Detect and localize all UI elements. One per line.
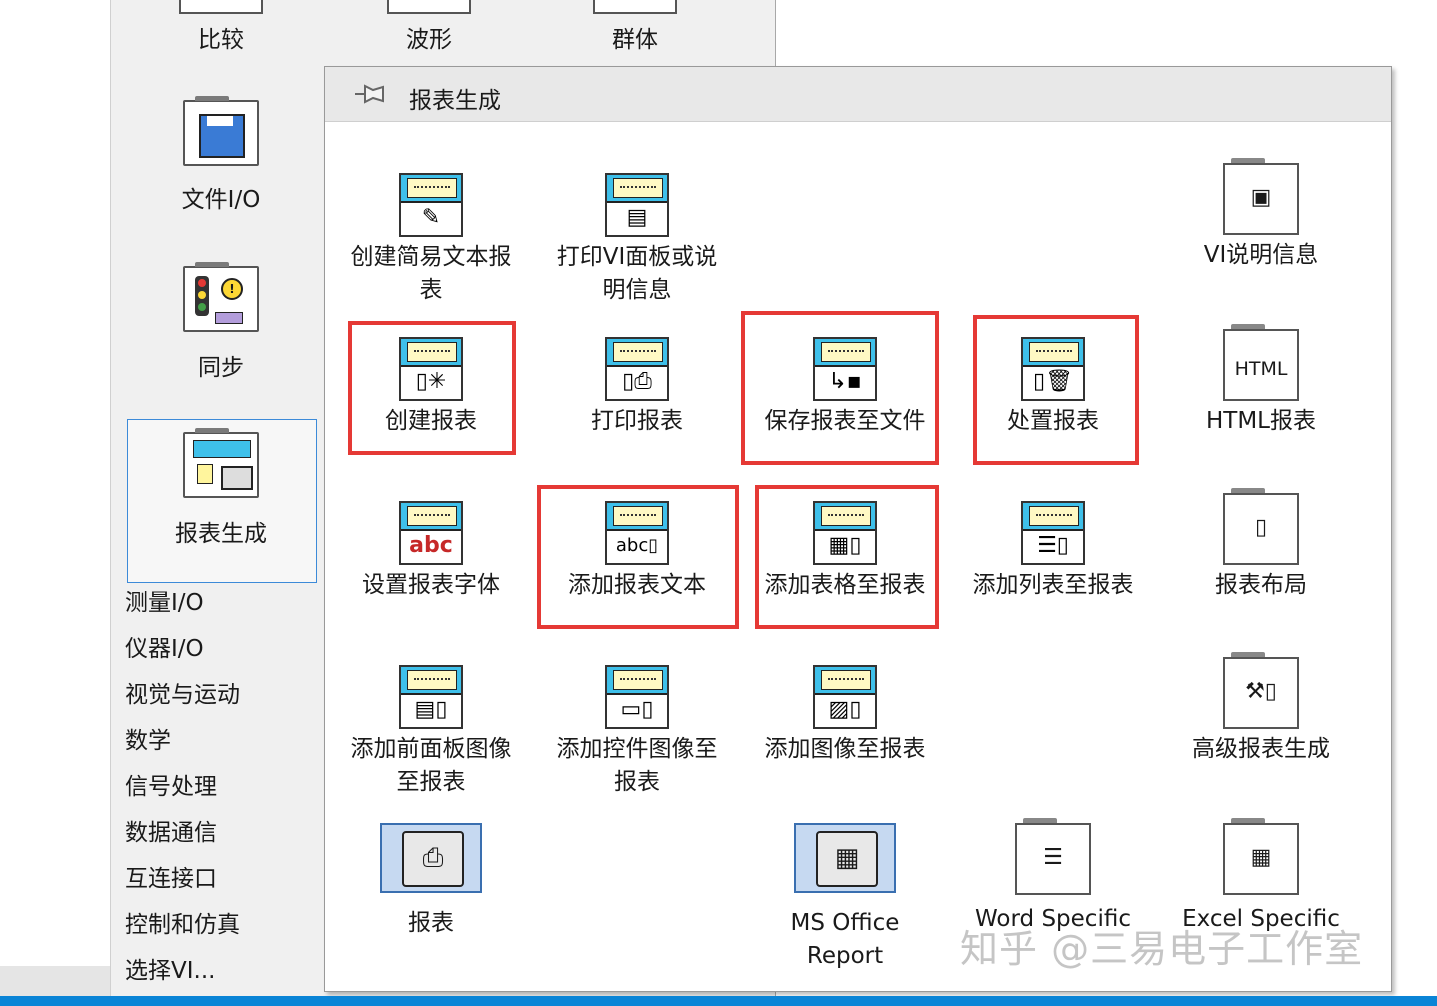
palette-header: 报表生成 (325, 67, 1391, 122)
cluster-icon (593, 0, 677, 14)
control-image-icon: ▭▯ (605, 665, 669, 729)
taskbar-fragment (0, 966, 110, 996)
printer-icon: ▯⎙ (605, 337, 669, 401)
vi-append-table-to-report[interactable]: ▦▯ 添加表格至报表 (745, 501, 945, 602)
hammer-page-icon: ⚒▯ (1223, 652, 1299, 729)
category-vision-motion[interactable]: 视觉与运动 (125, 680, 240, 726)
vi-append-image-to-report[interactable]: ▨▯ 添加图像至报表 (745, 665, 945, 766)
palette-item-file-io[interactable]: 文件I/O (121, 96, 321, 214)
front-panel-image-icon: ▤▯ (399, 665, 463, 729)
text-append-icon: abc▯ (605, 501, 669, 565)
express-vi-ms-office-report[interactable]: ▦ MS Office Report (745, 823, 945, 973)
category-signal-processing[interactable]: 信号处理 (125, 772, 240, 818)
report-printer-express-icon: ⎙ (380, 823, 482, 893)
vi-append-list-to-report[interactable]: ☰▯ 添加列表至报表 (953, 501, 1153, 602)
traffic-light-icon: ! (183, 262, 259, 332)
vi-advanced-report-folder[interactable]: ⚒▯ 高级报表生成 (1161, 652, 1361, 766)
palette-item-sync[interactable]: ! 同步 (121, 262, 321, 382)
vi-documentation-folder[interactable]: ▣ VI说明信息 (1161, 158, 1361, 272)
report-generation-palette: 报表生成 ✎ 创建简易文本报表 ▤ 打印VI面板或说明信息 ▣ VI说明信息 ▯… (324, 66, 1392, 992)
vi-save-report-to-file[interactable]: ↳▪ 保存报表至文件 (745, 337, 945, 438)
pin-icon[interactable] (353, 81, 389, 107)
vi-html-reports-folder[interactable]: HTML HTML报表 (1161, 324, 1361, 438)
vi-create-easy-text-report[interactable]: ✎ 创建简易文本报表 (331, 173, 531, 307)
html-icon: HTML (1223, 324, 1299, 401)
taskbar-edge (0, 996, 1437, 1006)
vi-print-report[interactable]: ▯⎙ 打印报表 (537, 337, 737, 438)
table-append-icon: ▦▯ (813, 501, 877, 565)
report-printer-icon (183, 428, 259, 498)
word-document-icon: ☰ (1015, 818, 1091, 895)
category-instrument-io[interactable]: 仪器I/O (125, 634, 240, 680)
vi-append-front-panel-image[interactable]: ▤▯ 添加前面板图像至报表 (331, 665, 531, 799)
palette-category-list: 测量I/O 仪器I/O 视觉与运动 数学 信号处理 数据通信 互连接口 控制和仿… (125, 588, 240, 1002)
layout-page-icon: ▯ (1223, 488, 1299, 565)
palette-title: 报表生成 (409, 88, 501, 114)
palette-item-compare[interactable]: 比较 (121, 0, 321, 54)
category-control-simulation[interactable]: 控制和仿真 (125, 910, 240, 956)
panel-print-icon: ▤ (605, 173, 669, 237)
vi-dispose-report[interactable]: ▯🗑 处置报表 (953, 337, 1153, 438)
floppy-disk-icon (183, 96, 259, 166)
vi-new-report[interactable]: ▯✳ 创建报表 (331, 337, 531, 438)
image-append-icon: ▨▯ (813, 665, 877, 729)
vi-print-vi-panel-or-documentation[interactable]: ▤ 打印VI面板或说明信息 (537, 173, 737, 307)
vi-append-control-image[interactable]: ▭▯ 添加控件图像至报表 (537, 665, 737, 799)
save-disk-icon: ↳▪ (813, 337, 877, 401)
new-report-icon: ▯✳ (399, 337, 463, 401)
font-abc-icon: abc (399, 501, 463, 565)
trash-can-icon: ▯🗑 (1021, 337, 1085, 401)
category-connectivity[interactable]: 互连接口 (125, 864, 240, 910)
express-vi-report[interactable]: ⎙ 报表 (331, 823, 531, 940)
excel-sheet-icon: ▦ (1223, 818, 1299, 895)
category-measurement-io[interactable]: 测量I/O (125, 588, 240, 634)
category-mathematics[interactable]: 数学 (125, 726, 240, 772)
watermark: 知乎 @三易电子工作室 (960, 927, 1364, 971)
vi-append-report-text[interactable]: abc▯ 添加报表文本 (537, 501, 737, 602)
vi-set-report-font[interactable]: abc 设置报表字体 (331, 501, 531, 602)
compare-icon (179, 0, 263, 14)
pencil-icon: ✎ (399, 173, 463, 237)
documentation-stack-icon: ▣ (1223, 158, 1299, 235)
office-report-icon: ▦ (794, 823, 896, 893)
palette-item-report-generation[interactable]: 报表生成 (121, 428, 321, 548)
category-data-communication[interactable]: 数据通信 (125, 818, 240, 864)
vi-report-layout-folder[interactable]: ▯ 报表布局 (1161, 488, 1361, 602)
palette-item-waveform[interactable]: 波形 (329, 0, 529, 54)
list-append-icon: ☰▯ (1021, 501, 1085, 565)
palette-item-cluster[interactable]: 群体 (535, 0, 735, 54)
waveform-icon (387, 0, 471, 14)
